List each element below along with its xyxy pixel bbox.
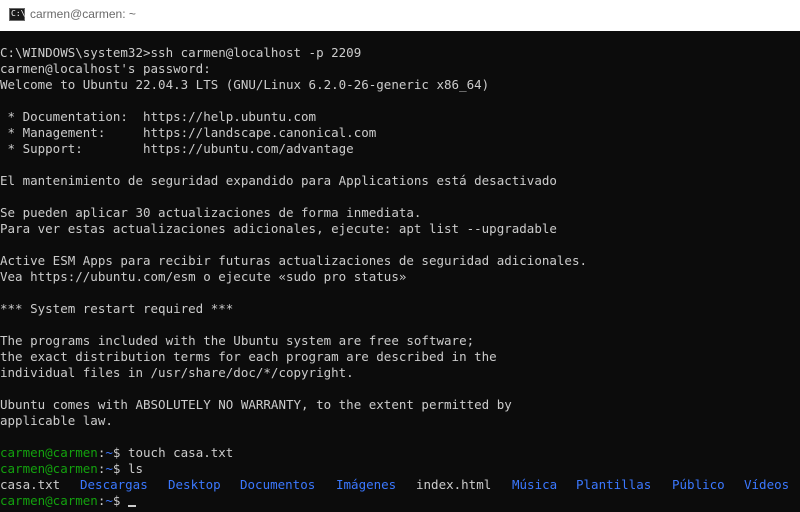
terminal-line: Ubuntu comes with ABSOLUTELY NO WARRANTY…	[0, 397, 512, 412]
window-title: carmen@carmen: ~	[30, 7, 136, 21]
terminal-line: the exact distribution terms for each pr…	[0, 349, 497, 364]
ls-entry-dir: Imágenes	[336, 477, 397, 492]
prompt-path: ~	[105, 445, 113, 460]
terminal-line: * Management: https://landscape.canonica…	[0, 125, 377, 140]
terminal-line: Welcome to Ubuntu 22.04.3 LTS (GNU/Linux…	[0, 77, 490, 92]
prompt-line: carmen@carmen:~$ touch casa.txt	[0, 445, 233, 461]
current-prompt-line[interactable]: carmen@carmen:~$	[0, 493, 136, 509]
prompt-symbol: $	[112, 493, 128, 508]
prompt-path: ~	[105, 493, 113, 508]
ls-entry-dir: Plantillas	[576, 477, 652, 492]
prompt-line: carmen@carmen:~$ ls	[0, 461, 143, 477]
terminal-line: carmen@localhost's password:	[0, 61, 211, 76]
ls-entry-file: casa.txt	[0, 477, 61, 492]
text-cursor	[127, 505, 136, 507]
terminal-line: Se pueden aplicar 30 actualizaciones de …	[0, 205, 422, 220]
prompt-symbol: $	[112, 445, 128, 460]
terminal-line: Active ESM Apps para recibir futuras act…	[0, 253, 587, 268]
ls-entry-dir: Música	[512, 477, 558, 492]
prompt-path: ~	[105, 461, 113, 476]
terminal-output[interactable]: C:\WINDOWS\system32>ssh carmen@localhost…	[0, 45, 800, 512]
prompt-user: carmen@carmen	[0, 445, 98, 460]
ls-output: casa.txt Descargas Desktop Documentos Im…	[0, 477, 800, 493]
terminal-line: The programs included with the Ubuntu sy…	[0, 333, 475, 348]
terminal-line: individual files in /usr/share/doc/*/cop…	[0, 365, 354, 380]
ls-entry-dir: Descargas	[80, 477, 148, 492]
title-bar[interactable]: C:\ carmen@carmen: ~	[0, 0, 800, 31]
ls-entry-dir: Desktop	[168, 477, 221, 492]
prompt-user: carmen@carmen	[0, 461, 98, 476]
ls-entry-file: index.html	[416, 477, 492, 492]
terminal-line: El mantenimiento de seguridad expandido …	[0, 173, 557, 188]
terminal-line: C:\WINDOWS\system32>ssh carmen@localhost…	[0, 45, 362, 60]
terminal-line: Para ver estas actualizaciones adicional…	[0, 221, 557, 236]
command-text: ls	[127, 461, 144, 476]
terminal-line: Vea https://ubuntu.com/esm o ejecute «su…	[0, 269, 407, 284]
terminal-icon: C:\	[9, 8, 25, 21]
ls-entry-dir: Público	[672, 477, 725, 492]
terminal-line: *** System restart required ***	[0, 301, 234, 316]
ls-entry-dir: Documentos	[240, 477, 316, 492]
prompt-user: carmen@carmen	[0, 493, 98, 508]
terminal-line: * Support: https://ubuntu.com/advantage	[0, 141, 354, 156]
ls-entry-dir: Vídeos	[744, 477, 790, 492]
terminal-line: * Documentation: https://help.ubuntu.com	[0, 109, 317, 124]
prompt-symbol: $	[112, 461, 128, 476]
terminal-line: applicable law.	[0, 413, 113, 428]
terminal-icon-glyph: C:\	[11, 9, 26, 18]
command-text: touch casa.txt	[127, 445, 234, 460]
